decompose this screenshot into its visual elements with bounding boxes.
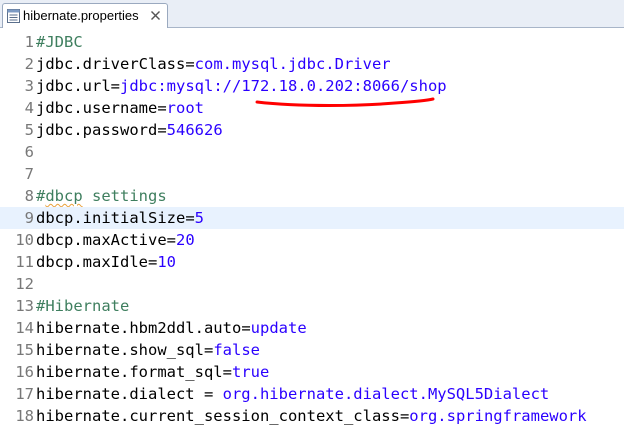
code-token: root [166,99,204,117]
code-token: settings [82,187,167,205]
line-text: jdbc.url=jdbc:mysql://172.18.0.202:8066/… [36,75,447,97]
line-text: jdbc.username=root [36,97,204,119]
code-line[interactable]: 5 jdbc.password=546626 [0,119,624,141]
code-token: = [222,363,232,381]
code-token: true [231,363,270,381]
code-token: dbcp.maxIdle [36,253,148,271]
code-token: jdbc:mysql://172.18.0.202:8066/shop [120,77,447,95]
code-token: com.mysql.jdbc.Driver [194,55,391,73]
code-token: org.hibernate.dialect.MySQL5Dialect [222,385,550,403]
line-number: 6 [24,143,34,161]
line-number: 11 [15,253,34,271]
tab-label: hibernate.properties [23,8,139,23]
code-token: = [185,55,195,73]
code-token: 5 [194,209,204,227]
line-text: hibernate.dialect = org.hibernate.dialec… [36,383,549,405]
line-number: 17 [15,385,34,403]
line-text: hibernate.current_session_context_class=… [36,405,587,427]
line-number: 8 [24,187,34,205]
code-token: = [241,319,251,337]
code-token: = [110,77,120,95]
code-editor[interactable]: 1 #JDBC 2 jdbc.driverClass=com.mysql.jdbc.D… [0,28,624,434]
code-token: hibernate.hbm2ddl.auto [36,319,242,337]
properties-file-icon [7,9,20,23]
line-text: dbcp.maxActive=20 [36,229,195,251]
line-number: 18 [15,407,34,425]
code-token: = [203,341,214,359]
code-token: = [399,407,410,425]
line-number: 9 [24,209,34,227]
code-line[interactable]: 9 dbcp.initialSize=5 [0,207,624,229]
code-token: dbcp.maxActive [36,231,167,249]
code-token: jdbc.driverClass [36,55,186,73]
line-text: dbcp.initialSize=5 [36,207,204,229]
code-token: 546626 [166,121,223,139]
code-token: hibernate.dialect [36,385,195,403]
line-text: hibernate.format_sql=true [36,361,269,383]
code-line[interactable]: 2 jdbc.driverClass=com.mysql.jdbc.Driver [0,53,624,75]
code-token: jdbc.url [36,77,111,95]
editor-tab-bar: hibernate.properties [0,0,624,28]
line-number: 2 [24,55,34,73]
code-token: = [147,253,158,271]
line-text: #JDBC [36,31,83,53]
line-text: jdbc.password=546626 [36,119,223,141]
code-token: # [36,187,46,205]
code-token: 10 [157,253,176,271]
code-line[interactable]: 17 hibernate.dialect = org.hibernate.dial… [0,383,624,405]
code-token: = [157,99,167,117]
code-line[interactable]: 6 [0,141,624,163]
code-token: dbcp.initialSize [36,209,186,227]
code-line[interactable]: 4 jdbc.username=root [0,97,624,119]
code-line[interactable]: 10 dbcp.maxActive=20 [0,229,624,251]
close-icon[interactable] [149,9,162,22]
code-line[interactable]: 15 hibernate.show_sql=false [0,339,624,361]
line-text: dbcp.maxIdle=10 [36,251,176,273]
editor-window: hibernate.properties 1 #JDBC 2 jdbc.driverC… [0,0,624,434]
line-text: #dbcp settings [36,185,167,207]
line-text: hibernate.show_sql=false [36,339,260,361]
code-token: false [213,341,260,359]
code-line[interactable]: 16 hibernate.format_sql=true [0,361,624,383]
line-number: 14 [15,319,34,337]
code-token: #JDBC [36,33,83,51]
code-line[interactable]: 7 [0,163,624,185]
line-number: 12 [15,275,34,293]
line-number: 1 [24,33,34,51]
line-number: 5 [24,121,34,139]
code-token: = [166,231,176,249]
code-token: dbcp [45,187,83,205]
code-token: jdbc.password [36,121,158,139]
code-token: = [157,121,167,139]
code-line[interactable]: 12 [0,273,624,295]
code-line[interactable]: 3 jdbc.url=jdbc:mysql://172.18.0.202:8066… [0,75,624,97]
code-token: = [194,385,223,403]
code-token: = [185,209,195,227]
line-text: jdbc.driverClass=com.mysql.jdbc.Driver [36,53,391,75]
line-text: #Hibernate [36,295,129,317]
code-line[interactable]: 18 hibernate.current_session_context_clas… [0,405,624,427]
line-number: 15 [15,341,34,359]
code-token: #Hibernate [36,297,130,315]
line-text: hibernate.hbm2ddl.auto=update [36,317,307,339]
code-line[interactable]: 8 #dbcp settings [0,185,624,207]
line-number: 3 [24,77,34,95]
line-number: 7 [24,165,34,183]
code-token: 20 [176,231,195,249]
code-token: hibernate.show_sql [36,341,204,359]
line-number: 10 [15,231,34,249]
line-number: 16 [15,363,34,381]
code-line[interactable]: 13 #Hibernate [0,295,624,317]
tab-hibernate-properties[interactable]: hibernate.properties [2,3,168,28]
code-line[interactable]: 1 #JDBC [0,31,624,53]
code-token: org.springframework [409,407,587,425]
code-token: hibernate.current_session_context_class [36,407,400,425]
code-token: update [250,319,307,337]
code-token: jdbc.username [36,99,158,117]
code-line[interactable]: 14 hibernate.hbm2ddl.auto=update [0,317,624,339]
line-number: 13 [15,297,34,315]
code-token: hibernate.format_sql [36,363,223,381]
line-number: 4 [24,99,34,117]
code-line[interactable]: 11 dbcp.maxIdle=10 [0,251,624,273]
